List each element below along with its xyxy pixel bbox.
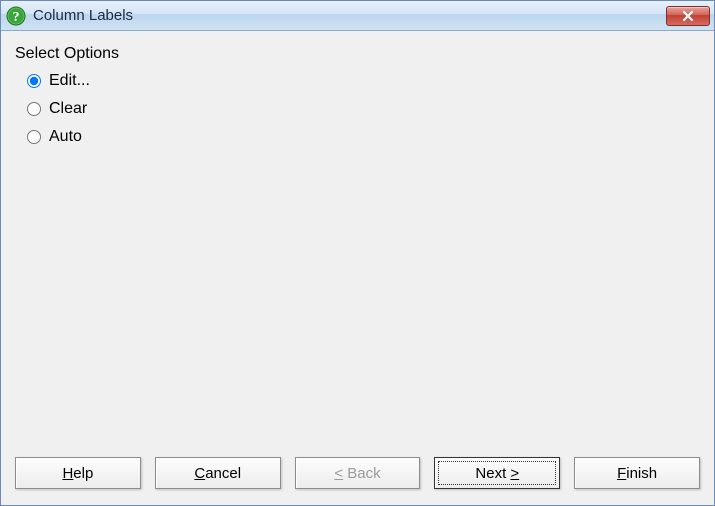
radio-clear-label[interactable]: Clear <box>49 100 87 118</box>
help-icon: ? <box>5 5 27 27</box>
radio-edit-input[interactable] <box>27 74 41 88</box>
radio-clear-input[interactable] <box>27 102 41 116</box>
content-area: Select Options Edit... Clear Auto <box>1 31 714 447</box>
help-button[interactable]: Help <box>15 457 141 489</box>
radio-auto-label[interactable]: Auto <box>49 128 82 146</box>
dialog-window: ? Column Labels Select Options Edit... C… <box>0 0 715 506</box>
radio-auto-input[interactable] <box>27 130 41 144</box>
close-icon <box>681 10 695 22</box>
radio-option-clear[interactable]: Clear <box>27 97 700 121</box>
radio-option-auto[interactable]: Auto <box>27 125 700 149</box>
close-button[interactable] <box>666 6 710 26</box>
titlebar: ? Column Labels <box>1 1 714 31</box>
wizard-button-row: Help Cancel < Back Next > Finish <box>1 447 714 505</box>
options-radio-group: Edit... Clear Auto <box>15 69 700 149</box>
cancel-button[interactable]: Cancel <box>155 457 281 489</box>
radio-edit-label[interactable]: Edit... <box>49 72 90 90</box>
radio-option-edit[interactable]: Edit... <box>27 69 700 93</box>
svg-text:?: ? <box>13 10 20 25</box>
section-label: Select Options <box>15 45 700 63</box>
back-button: < Back <box>295 457 421 489</box>
window-title: Column Labels <box>33 7 666 24</box>
next-button[interactable]: Next > <box>434 457 560 489</box>
finish-button[interactable]: Finish <box>574 457 700 489</box>
